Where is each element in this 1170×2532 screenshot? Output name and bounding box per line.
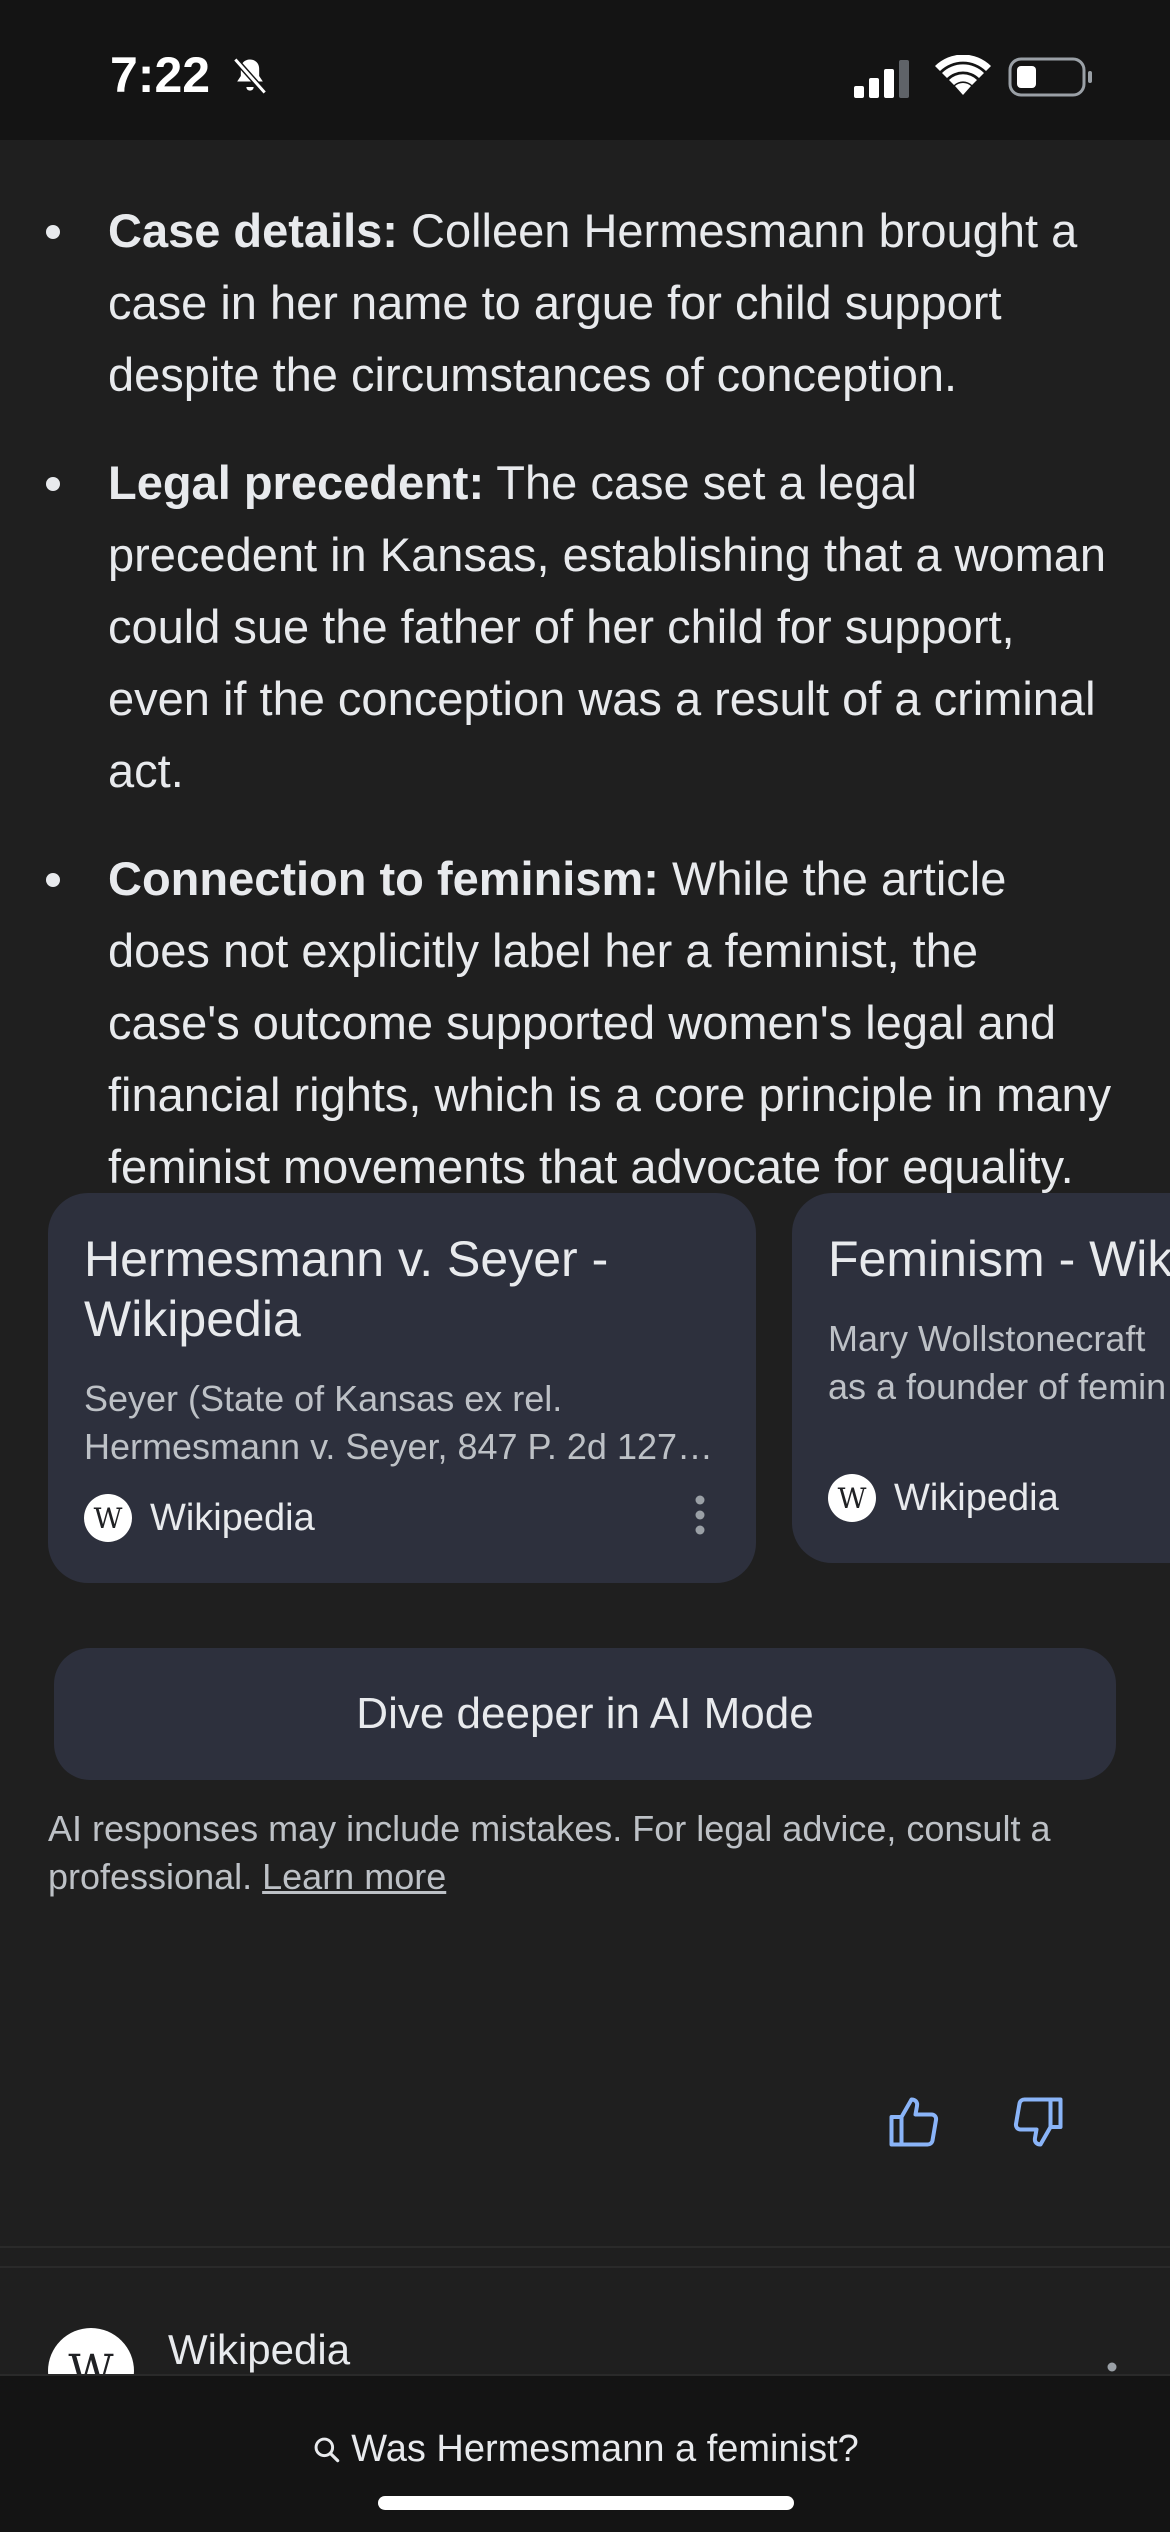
source-card-title: Feminism - Wik bbox=[828, 1231, 1170, 1287]
thumbs-up-icon[interactable] bbox=[884, 2092, 944, 2152]
source-card[interactable]: Hermesmann v. Seyer - Wikipedia Seyer (S… bbox=[48, 1193, 756, 1583]
battery-icon bbox=[1008, 57, 1092, 97]
search-query-text: Was Hermesmann a feminist? bbox=[351, 2428, 859, 2470]
cellular-signal-icon bbox=[854, 60, 909, 98]
wifi-icon bbox=[935, 55, 991, 95]
bell-muted-icon bbox=[233, 57, 267, 95]
learn-more-link[interactable]: Learn more bbox=[262, 1856, 446, 1897]
bullet-label: Case details: bbox=[108, 204, 398, 257]
bullet-dot bbox=[46, 873, 60, 887]
more-vert-icon[interactable] bbox=[694, 1495, 706, 1535]
thumbs-down-icon[interactable] bbox=[1008, 2092, 1068, 2152]
section-divider bbox=[0, 2246, 1170, 2248]
wikipedia-logo-icon: W bbox=[84, 1494, 132, 1542]
source-cards-carousel[interactable]: Hermesmann v. Seyer - Wikipedia Seyer (S… bbox=[0, 1193, 1170, 1593]
list-item: Legal precedent: The case set a legal pr… bbox=[0, 447, 1170, 807]
bullet-dot bbox=[46, 225, 60, 239]
source-card-title: Hermesmann v. Seyer - Wikipedia bbox=[84, 1231, 609, 1347]
home-indicator[interactable] bbox=[378, 2496, 794, 2510]
snippet-line: Mary Wollstonecraft bbox=[828, 1318, 1146, 1359]
bullet-dot bbox=[46, 477, 60, 491]
list-item: Case details: Colleen Hermesmann brought… bbox=[0, 195, 1170, 411]
bottom-search-bar[interactable]: Was Hermesmann a feminist? bbox=[0, 2374, 1170, 2532]
result-site-name: Wikipedia bbox=[168, 2326, 351, 2373]
bullet-label: Legal precedent: bbox=[108, 456, 485, 509]
snippet-line: as a founder of femin bbox=[828, 1366, 1167, 1407]
ai-disclaimer: AI responses may include mistakes. For l… bbox=[48, 1805, 1128, 1901]
search-result[interactable]: W Wikipedia bbox=[0, 2266, 1170, 2414]
bullet-label: Connection to feminism: bbox=[108, 852, 659, 905]
wikipedia-logo-icon: W bbox=[828, 1474, 876, 1522]
source-card-snippet: Mary Wollstonecraft as a founder of femi… bbox=[828, 1315, 1170, 1411]
snippet-line: Seyer (State of Kansas ex rel. bbox=[84, 1378, 563, 1419]
disclaimer-text: AI responses may include mistakes. For l… bbox=[48, 1808, 1051, 1897]
search-icon bbox=[314, 2437, 340, 2462]
source-attribution: W Wikipedia bbox=[84, 1493, 315, 1543]
dive-deeper-ai-mode-button[interactable]: Dive deeper in AI Mode bbox=[54, 1648, 1116, 1780]
status-bar: 7:22 bbox=[0, 0, 1170, 140]
search-query[interactable]: Was Hermesmann a feminist? bbox=[0, 2428, 1170, 2471]
bullet-list: Case details: Colleen Hermesmann brought… bbox=[0, 195, 1170, 1311]
source-name: Wikipedia bbox=[150, 1496, 315, 1539]
status-time: 7:22 bbox=[110, 47, 211, 103]
source-card[interactable]: Feminism - Wik Mary Wollstonecraft as a … bbox=[792, 1193, 1170, 1563]
source-card-snippet: Seyer (State of Kansas ex rel. Hermesman… bbox=[84, 1375, 724, 1471]
snippet-line: Hermesmann v. Seyer, 847 P. 2d 1273... bbox=[84, 1426, 724, 1467]
source-name: Wikipedia bbox=[894, 1476, 1059, 1519]
source-attribution: W Wikipedia bbox=[828, 1473, 1059, 1523]
